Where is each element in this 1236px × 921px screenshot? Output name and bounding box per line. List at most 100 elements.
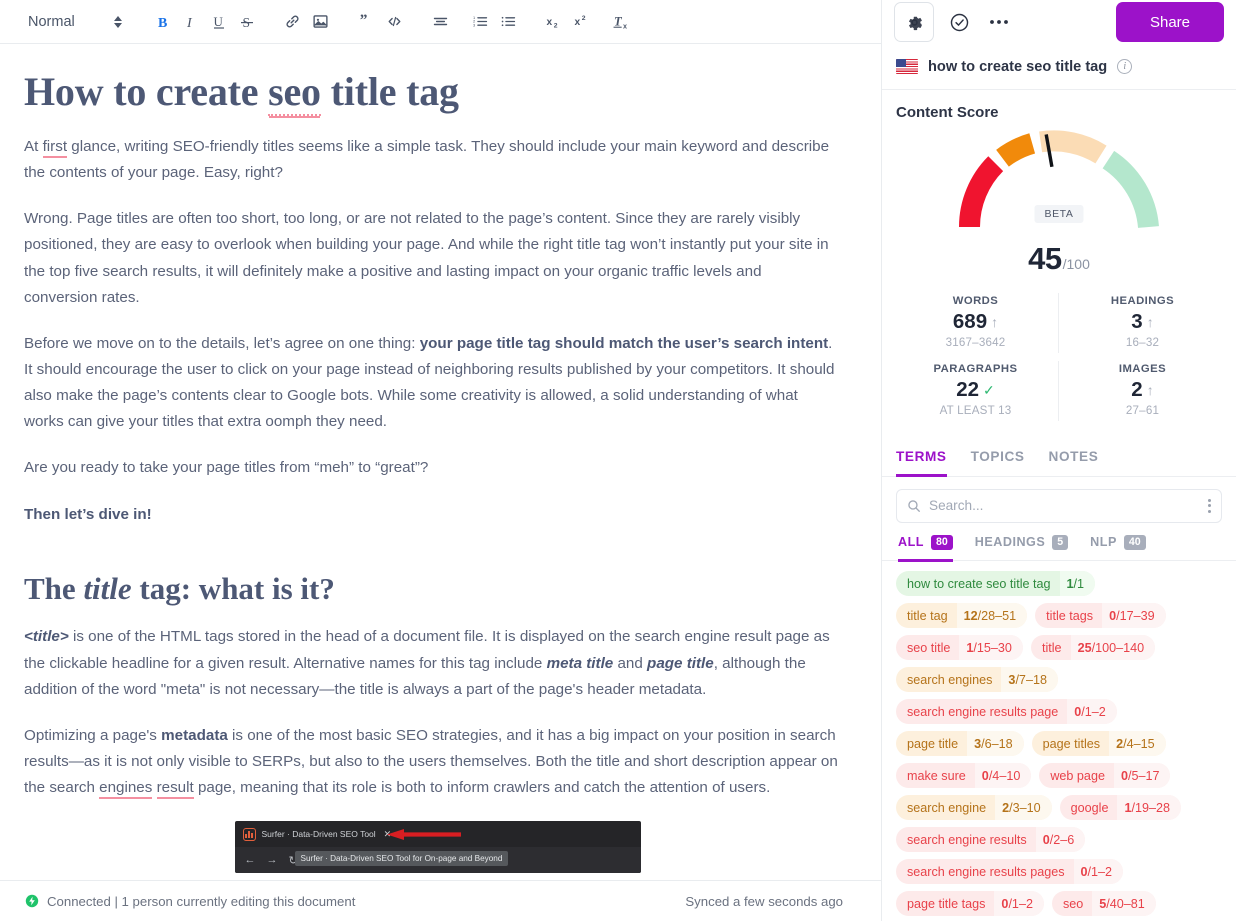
paragraph-6[interactable]: <title> is one of the HTML tags stored i… bbox=[24, 624, 839, 702]
term-pill[interactable]: page title tags 0/1–2 bbox=[896, 891, 1044, 916]
paragraph-1[interactable]: At first glance, writing SEO-friendly ti… bbox=[24, 134, 839, 186]
term-label: seo title bbox=[907, 640, 951, 655]
term-pill[interactable]: search engine results 0/2–6 bbox=[896, 827, 1086, 852]
term-label: title tags bbox=[1046, 608, 1094, 623]
strikethrough-button[interactable]: S bbox=[233, 8, 261, 36]
term-pill[interactable]: search engine 2/3–10 bbox=[896, 795, 1052, 820]
paragraph-7[interactable]: Optimizing a page's metadata is one of t… bbox=[24, 723, 839, 801]
content-score-gauge: BETA bbox=[882, 125, 1236, 235]
check-circle-button[interactable] bbox=[944, 7, 974, 37]
bold-button[interactable]: B bbox=[149, 8, 177, 36]
us-flag-icon bbox=[896, 59, 918, 74]
filter-headings[interactable]: HEADINGS 5 bbox=[975, 534, 1069, 562]
filter-nlp[interactable]: NLP 40 bbox=[1090, 534, 1146, 562]
app-root: Normal B I U S ” 1 2 3 x 2 x 2 T x How t… bbox=[0, 0, 1236, 921]
paragraph-5[interactable]: Then let’s dive in! bbox=[24, 502, 839, 528]
title-suffix: title tag bbox=[320, 69, 459, 114]
tab-topics[interactable]: TOPICS bbox=[971, 449, 1025, 477]
blockquote-icon[interactable]: ” bbox=[353, 8, 381, 36]
svg-text:”: ” bbox=[360, 13, 368, 29]
term-pill[interactable]: seo 5/40–81 bbox=[1051, 891, 1156, 916]
term-pill[interactable]: web page 0/5–17 bbox=[1039, 763, 1171, 788]
terms-filters: ALL 80 HEADINGS 5 NLP 40 bbox=[882, 523, 1236, 562]
term-label: page title tags bbox=[907, 896, 986, 911]
term-pill[interactable]: page titles 2/4–15 bbox=[1031, 731, 1166, 756]
term-count: 1/19–28 bbox=[1117, 795, 1182, 820]
clear-formatting-icon[interactable]: Tx bbox=[609, 8, 637, 36]
term-count: 2/3–10 bbox=[995, 795, 1052, 820]
unordered-list-icon[interactable] bbox=[495, 8, 523, 36]
ellipsis-icon bbox=[990, 20, 1008, 24]
paragraph-style-select[interactable]: Normal bbox=[22, 10, 81, 34]
link-icon[interactable] bbox=[279, 8, 307, 36]
term-pill[interactable]: how to create seo title tag 1/1 bbox=[896, 571, 1096, 596]
terms-search-box[interactable] bbox=[896, 488, 1222, 523]
search-options-icon[interactable] bbox=[1208, 498, 1211, 513]
stat-paragraphs: PARAGRAPHS 22 ✓ AT LEAST 13 bbox=[892, 357, 1059, 425]
embedded-screenshot-image[interactable]: Surfer · Data-Driven SEO Tool ✕ ← → ↻ Su… bbox=[234, 821, 641, 874]
terms-list: how to create seo title tag 1/1 title tag 1… bbox=[882, 561, 1236, 916]
align-icon[interactable] bbox=[427, 8, 455, 36]
document-title[interactable]: How to create seo title tag bbox=[24, 68, 851, 116]
sidebar-tabs: TERMS TOPICS NOTES bbox=[882, 435, 1236, 477]
svg-text:3: 3 bbox=[473, 22, 475, 27]
term-label: search engine results bbox=[907, 832, 1027, 847]
paragraph-4[interactable]: Are you ready to take your page titles f… bbox=[24, 455, 839, 481]
title-prefix: How to create bbox=[24, 69, 269, 114]
term-pill[interactable]: make sure 0/4–10 bbox=[896, 763, 1032, 788]
formatting-toolbar: Normal B I U S ” 1 2 3 x 2 x 2 T x bbox=[0, 0, 881, 44]
term-label: how to create seo title tag bbox=[907, 576, 1051, 591]
info-icon[interactable]: i bbox=[1117, 59, 1133, 74]
term-label: search engines bbox=[907, 672, 993, 687]
tab-terms[interactable]: TERMS bbox=[896, 449, 947, 477]
ordered-list-icon[interactable]: 1 2 3 bbox=[467, 8, 495, 36]
subscript-icon[interactable]: x2 bbox=[541, 8, 569, 36]
term-pill[interactable]: title 25/100–140 bbox=[1030, 635, 1156, 660]
share-button[interactable]: Share bbox=[1115, 2, 1224, 42]
paragraph-style-stepper-icon[interactable] bbox=[105, 8, 131, 36]
keyword-text: how to create seo title tag bbox=[928, 58, 1108, 75]
sidebar-toolbar: Share bbox=[882, 0, 1236, 44]
document-editor[interactable]: How to create seo title tag At first gla… bbox=[0, 44, 881, 880]
term-count: 1/15–30 bbox=[959, 635, 1023, 660]
emphasis-page-title: page title bbox=[647, 654, 714, 672]
term-pill[interactable]: title tag 12/28–51 bbox=[896, 603, 1028, 628]
term-pill[interactable]: seo title 1/15–30 bbox=[896, 635, 1023, 660]
arrow-up-icon: ↑ bbox=[1146, 314, 1154, 330]
search-input[interactable] bbox=[929, 498, 1200, 513]
italic-button[interactable]: I bbox=[177, 8, 205, 36]
title-misspelled-word[interactable]: seo bbox=[268, 69, 321, 116]
score-row: 45 /100 bbox=[882, 241, 1236, 277]
term-label: google bbox=[1070, 800, 1109, 815]
term-label: make sure bbox=[907, 768, 966, 783]
stat-words: WORDS 689 ↑ 3167–3642 bbox=[892, 289, 1059, 357]
paragraph-3[interactable]: Before we move on to the details, let’s … bbox=[24, 331, 839, 436]
more-options-button[interactable] bbox=[984, 7, 1014, 37]
term-pill[interactable]: google 1/19–28 bbox=[1059, 795, 1182, 820]
misspelled-first[interactable]: first bbox=[42, 138, 68, 158]
term-pill[interactable]: search engine results page 0/1–2 bbox=[896, 699, 1117, 724]
filter-all[interactable]: ALL 80 bbox=[898, 534, 953, 562]
code-icon[interactable] bbox=[381, 8, 409, 36]
term-count: 25/100–140 bbox=[1070, 635, 1156, 660]
image-icon[interactable] bbox=[307, 8, 335, 36]
term-pill[interactable]: page title 3/6–18 bbox=[896, 731, 1024, 756]
arrow-up-icon: ↑ bbox=[991, 314, 999, 330]
settings-button[interactable] bbox=[894, 2, 934, 42]
term-pill[interactable]: search engines 3/7–18 bbox=[896, 667, 1058, 692]
embed-back-icon: ← bbox=[244, 854, 256, 867]
term-pill[interactable]: search engine results pages 0/1–2 bbox=[896, 859, 1124, 884]
misspelled-result[interactable]: result bbox=[156, 779, 194, 800]
paragraph-2[interactable]: Wrong. Page titles are often too short, … bbox=[24, 206, 839, 311]
term-label: title bbox=[1041, 640, 1062, 655]
term-pill[interactable]: title tags 0/17–39 bbox=[1035, 603, 1166, 628]
section-heading-title-tag[interactable]: The title tag: what is it? bbox=[24, 570, 851, 609]
arrow-up-icon: ↑ bbox=[1146, 382, 1154, 398]
underline-button[interactable]: U bbox=[205, 8, 233, 36]
tab-notes[interactable]: NOTES bbox=[1049, 449, 1099, 477]
connected-indicator-icon bbox=[24, 894, 39, 909]
term-label: search engine results pages bbox=[907, 864, 1065, 879]
gear-icon bbox=[908, 16, 922, 30]
misspelled-engines[interactable]: engines bbox=[99, 779, 153, 800]
superscript-icon[interactable]: x2 bbox=[569, 8, 597, 36]
